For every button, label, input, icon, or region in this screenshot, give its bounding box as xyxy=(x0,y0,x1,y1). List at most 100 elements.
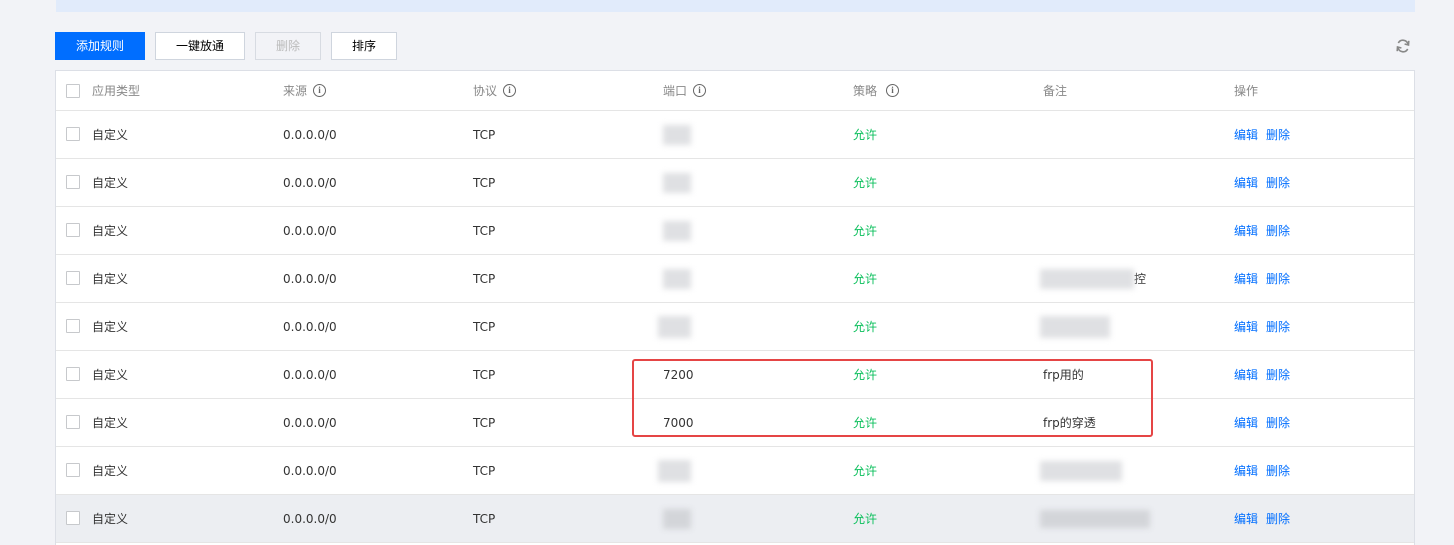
app-type-cell: 自定义 xyxy=(92,512,129,526)
delete-link[interactable]: 删除 xyxy=(1266,318,1290,335)
info-circle-icon[interactable]: i xyxy=(503,84,517,97)
info-circle-icon[interactable]: i xyxy=(886,84,900,97)
port-cell-redacted xyxy=(663,159,691,206)
header-actions: 操作 xyxy=(1234,84,1259,98)
redacted-port xyxy=(663,124,691,145)
table-row: 自定义 0.0.0.0/0 TCP 允许 编辑 删除 xyxy=(56,207,1414,255)
delete-link[interactable]: 删除 xyxy=(1266,462,1290,479)
remark-cell: frp用的 xyxy=(1043,368,1084,382)
app-type-cell: 自定义 xyxy=(92,224,129,238)
policy-cell: 允许 xyxy=(853,368,878,382)
policy-cell: 允许 xyxy=(853,224,878,238)
protocol-cell: TCP xyxy=(473,319,496,334)
protocol-cell: TCP xyxy=(473,415,496,430)
edit-link[interactable]: 编辑 xyxy=(1234,318,1258,335)
row-checkbox[interactable] xyxy=(66,366,80,381)
edit-link[interactable]: 编辑 xyxy=(1234,174,1258,191)
one-click-open-button[interactable]: 一键放通 xyxy=(155,32,245,60)
delete-selected-button[interactable]: 删除 xyxy=(255,32,321,60)
redacted-port xyxy=(663,220,691,241)
app-type-cell: 自定义 xyxy=(92,320,129,334)
add-rule-button[interactable]: 添加规则 xyxy=(55,32,145,60)
remark-cell: 控 xyxy=(1040,255,1146,302)
table-row: 自定义 0.0.0.0/0 TCP 允许 编辑 删除 xyxy=(56,303,1414,351)
app-type-cell: 自定义 xyxy=(92,272,129,286)
edit-link[interactable]: 编辑 xyxy=(1234,414,1258,431)
row-checkbox[interactable] xyxy=(66,462,80,477)
table-row: 自定义 0.0.0.0/0 TCP 允许 控 编辑 删除 xyxy=(56,255,1414,303)
row-checkbox[interactable] xyxy=(66,414,80,429)
edit-link[interactable]: 编辑 xyxy=(1234,366,1258,383)
row-checkbox[interactable] xyxy=(66,318,80,333)
row-checkbox[interactable] xyxy=(66,174,80,189)
header-source: 来源 i xyxy=(283,71,327,110)
header-protocol: 协议 i xyxy=(473,71,517,110)
table-row: 自定义 0.0.0.0/0 TCP 允许 编辑 删除 xyxy=(56,111,1414,159)
protocol-cell: TCP xyxy=(473,271,496,286)
redacted-port xyxy=(658,315,691,338)
edit-link[interactable]: 编辑 xyxy=(1234,510,1258,527)
port-cell-redacted xyxy=(663,111,691,158)
row-checkbox[interactable] xyxy=(66,126,80,141)
port-cell-redacted xyxy=(663,495,691,542)
source-cell: 0.0.0.0/0 xyxy=(283,127,337,142)
info-circle-icon[interactable]: i xyxy=(693,84,707,97)
protocol-cell: TCP xyxy=(473,175,496,190)
remark-cell-redacted xyxy=(1040,495,1150,542)
protocol-cell: TCP xyxy=(473,223,496,238)
redacted-port xyxy=(658,459,691,482)
source-cell: 0.0.0.0/0 xyxy=(283,463,337,478)
remark-cell: frp的穿透 xyxy=(1043,416,1096,430)
sort-button[interactable]: 排序 xyxy=(331,32,397,60)
delete-link[interactable]: 删除 xyxy=(1266,366,1290,383)
port-cell: 7200 xyxy=(663,367,694,382)
policy-cell: 允许 xyxy=(853,272,878,286)
redacted-remark xyxy=(1040,315,1110,338)
app-type-cell: 自定义 xyxy=(92,176,129,190)
protocol-cell: TCP xyxy=(473,463,496,478)
select-all-checkbox[interactable] xyxy=(66,83,80,98)
source-cell: 0.0.0.0/0 xyxy=(283,223,337,238)
protocol-cell: TCP xyxy=(473,511,496,526)
redacted-remark xyxy=(1040,509,1150,528)
port-cell-redacted xyxy=(663,255,691,302)
redacted-port xyxy=(663,268,691,289)
row-checkbox[interactable] xyxy=(66,510,80,525)
delete-link[interactable]: 删除 xyxy=(1266,222,1290,239)
policy-cell: 允许 xyxy=(853,176,878,190)
redacted-remark xyxy=(1040,268,1134,289)
row-checkbox[interactable] xyxy=(66,222,80,237)
policy-cell: 允许 xyxy=(853,128,878,142)
row-checkbox[interactable] xyxy=(66,270,80,285)
refresh-icon[interactable] xyxy=(1394,37,1412,55)
edit-link[interactable]: 编辑 xyxy=(1234,270,1258,287)
delete-link[interactable]: 删除 xyxy=(1266,126,1290,143)
policy-cell: 允许 xyxy=(853,416,878,430)
redacted-remark xyxy=(1040,460,1122,481)
header-port: 端口 i xyxy=(663,71,707,110)
table-row-hovered: 自定义 0.0.0.0/0 TCP 允许 编辑 删除 xyxy=(56,495,1414,543)
table-row: 自定义 0.0.0.0/0 TCP 允许 编辑 删除 xyxy=(56,159,1414,207)
info-circle-icon[interactable]: i xyxy=(313,84,327,97)
delete-link[interactable]: 删除 xyxy=(1266,414,1290,431)
port-cell-redacted xyxy=(658,303,691,350)
delete-link[interactable]: 删除 xyxy=(1266,174,1290,191)
header-app-type: 应用类型 xyxy=(92,84,141,98)
header-remark: 备注 xyxy=(1043,84,1068,98)
table-header-row: 应用类型 来源 i 协议 i 端口 i 策略 i 备注 操作 xyxy=(56,71,1414,111)
policy-cell: 允许 xyxy=(853,512,878,526)
header-policy: 策略 i xyxy=(853,71,900,110)
table-row: 自定义 0.0.0.0/0 TCP 允许 编辑 删除 xyxy=(56,447,1414,495)
delete-link[interactable]: 删除 xyxy=(1266,270,1290,287)
delete-link[interactable]: 删除 xyxy=(1266,510,1290,527)
source-cell: 0.0.0.0/0 xyxy=(283,415,337,430)
security-rules-table: 应用类型 来源 i 协议 i 端口 i 策略 i 备注 操作 自定义 0.0.0.0/0… xyxy=(55,70,1415,545)
source-cell: 0.0.0.0/0 xyxy=(283,511,337,526)
port-cell-redacted xyxy=(663,207,691,254)
port-cell: 7000 xyxy=(663,415,694,430)
edit-link[interactable]: 编辑 xyxy=(1234,462,1258,479)
policy-cell: 允许 xyxy=(853,320,878,334)
edit-link[interactable]: 编辑 xyxy=(1234,222,1258,239)
app-type-cell: 自定义 xyxy=(92,464,129,478)
edit-link[interactable]: 编辑 xyxy=(1234,126,1258,143)
